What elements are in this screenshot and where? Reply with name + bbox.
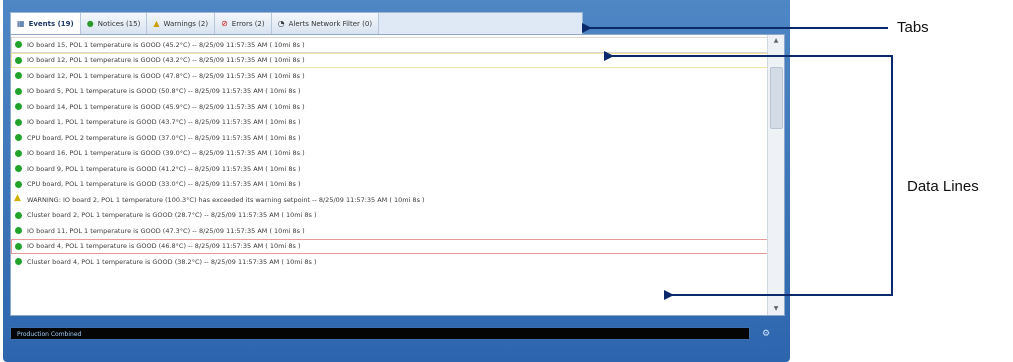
status-ok-icon xyxy=(15,118,22,126)
scrollbar-thumb[interactable] xyxy=(770,67,783,129)
data-line-text: Cluster board 2, POL 1 temperature is GO… xyxy=(27,211,317,220)
data-line[interactable]: Cluster board 4, POL 1 temperature is GO… xyxy=(11,254,768,270)
data-line-text: IO board 14, POL 1 temperature is GOOD (… xyxy=(27,102,305,111)
status-ok-icon xyxy=(15,41,22,48)
scroll-up-icon[interactable]: ▲ xyxy=(768,35,784,47)
status-ok-icon xyxy=(15,242,22,250)
data-line[interactable]: IO board 5, POL 1 temperature is GOOD (5… xyxy=(11,84,768,100)
data-line-text: IO board 4, POL 1 temperature is GOOD (4… xyxy=(27,242,301,251)
data-line[interactable]: IO board 12, POL 1 temperature is GOOD (… xyxy=(11,68,768,84)
status-field[interactable]: Production Combined xyxy=(10,327,750,340)
data-line[interactable]: CPU board, POL 1 temperature is GOOD (33… xyxy=(11,177,768,193)
tab-alerts-network-filter[interactable]: ◔ Alerts Network Filter (0) xyxy=(271,13,380,34)
status-ok-icon xyxy=(15,227,22,234)
tab-bar: ▦ Events (19) ● Notices (15) ▲ Warnings … xyxy=(10,12,583,34)
data-line-text: IO board 5, POL 1 temperature is GOOD (5… xyxy=(27,87,301,96)
data-line-text: IO board 15, POL 1 temperature is GOOD (… xyxy=(27,40,305,49)
status-ok-icon xyxy=(15,72,22,79)
data-line-text: Cluster board 4, POL 1 temperature is GO… xyxy=(27,257,317,266)
alert-icon: ◔ xyxy=(277,18,285,28)
vertical-scrollbar[interactable]: ▲ ▼ xyxy=(767,35,784,315)
data-line[interactable]: IO board 9, POL 1 temperature is GOOD (4… xyxy=(11,161,768,177)
tab-errors[interactable]: ⊘ Errors (2) xyxy=(215,13,272,34)
data-line[interactable]: IO board 4, POL 1 temperature is GOOD (4… xyxy=(11,239,768,255)
data-line[interactable]: ▲ WARNING: IO board 2, POL 1 temperature … xyxy=(11,192,768,208)
tab-events[interactable]: ▦ Events (19) xyxy=(11,13,81,34)
status-ok-icon xyxy=(15,211,22,219)
data-lines-callout-label: Data Lines xyxy=(907,178,979,195)
status-action-icon[interactable]: ⚙ xyxy=(759,327,773,341)
data-line[interactable]: IO board 12, POL 1 temperature is GOOD (… xyxy=(11,53,768,69)
tab-notices[interactable]: ● Notices (15) xyxy=(80,13,148,34)
data-line-text: IO board 12, POL 1 temperature is GOOD (… xyxy=(27,71,305,80)
status-ok-icon xyxy=(15,87,22,95)
data-line[interactable]: Cluster board 2, POL 1 temperature is GO… xyxy=(11,208,768,224)
data-line-text: WARNING: IO board 2, POL 1 temperature (… xyxy=(27,195,425,204)
data-line[interactable]: IO board 1, POL 1 temperature is GOOD (4… xyxy=(11,115,768,131)
data-line-text: IO board 11, POL 1 temperature is GOOD (… xyxy=(27,226,305,235)
tab-label: Errors (2) xyxy=(231,19,265,28)
data-line[interactable]: IO board 16, POL 1 temperature is GOOD (… xyxy=(11,146,768,162)
status-ok-icon xyxy=(15,149,22,157)
status-ok-icon xyxy=(15,134,22,141)
info-icon: ● xyxy=(86,18,94,28)
data-lines-list: IO board 15, POL 1 temperature is GOOD (… xyxy=(11,37,768,270)
status-ok-icon xyxy=(15,258,22,265)
data-line-text: IO board 9, POL 1 temperature is GOOD (4… xyxy=(27,164,301,173)
tab-label: Events (19) xyxy=(28,19,74,28)
data-line-text: IO board 1, POL 1 temperature is GOOD (4… xyxy=(27,118,301,127)
data-line[interactable]: IO board 14, POL 1 temperature is GOOD (… xyxy=(11,99,768,115)
scroll-down-icon[interactable]: ▼ xyxy=(768,303,784,315)
data-line[interactable]: IO board 15, POL 1 temperature is GOOD (… xyxy=(11,37,768,53)
tab-label: Alerts Network Filter (0) xyxy=(288,19,373,28)
status-ok-icon xyxy=(15,165,22,172)
data-lines-panel: IO board 15, POL 1 temperature is GOOD (… xyxy=(10,34,785,316)
status-ok-icon xyxy=(15,103,22,110)
warning-icon: ▲ xyxy=(14,193,21,203)
data-line-text: IO board 16, POL 1 temperature is GOOD (… xyxy=(27,149,305,158)
status-ok-icon xyxy=(15,56,22,64)
data-line[interactable]: CPU board, POL 2 temperature is GOOD (37… xyxy=(11,130,768,146)
data-line-text: CPU board, POL 1 temperature is GOOD (33… xyxy=(27,180,301,189)
tab-label: Warnings (2) xyxy=(163,19,209,28)
status-ok-icon xyxy=(15,180,22,188)
app-window: ▦ Events (19) ● Notices (15) ▲ Warnings … xyxy=(3,0,790,362)
data-line-text: CPU board, POL 2 temperature is GOOD (37… xyxy=(27,133,301,142)
grid-icon: ▦ xyxy=(17,18,25,28)
tab-label: Notices (15) xyxy=(97,19,141,28)
data-line[interactable]: IO board 11, POL 1 temperature is GOOD (… xyxy=(11,223,768,239)
data-line-text: IO board 12, POL 1 temperature is GOOD (… xyxy=(27,56,305,65)
tab-warnings[interactable]: ▲ Warnings (2) xyxy=(147,13,216,34)
tabs-callout-label: Tabs xyxy=(897,19,929,36)
error-icon: ⊘ xyxy=(221,18,228,28)
warning-icon: ▲ xyxy=(153,18,160,28)
